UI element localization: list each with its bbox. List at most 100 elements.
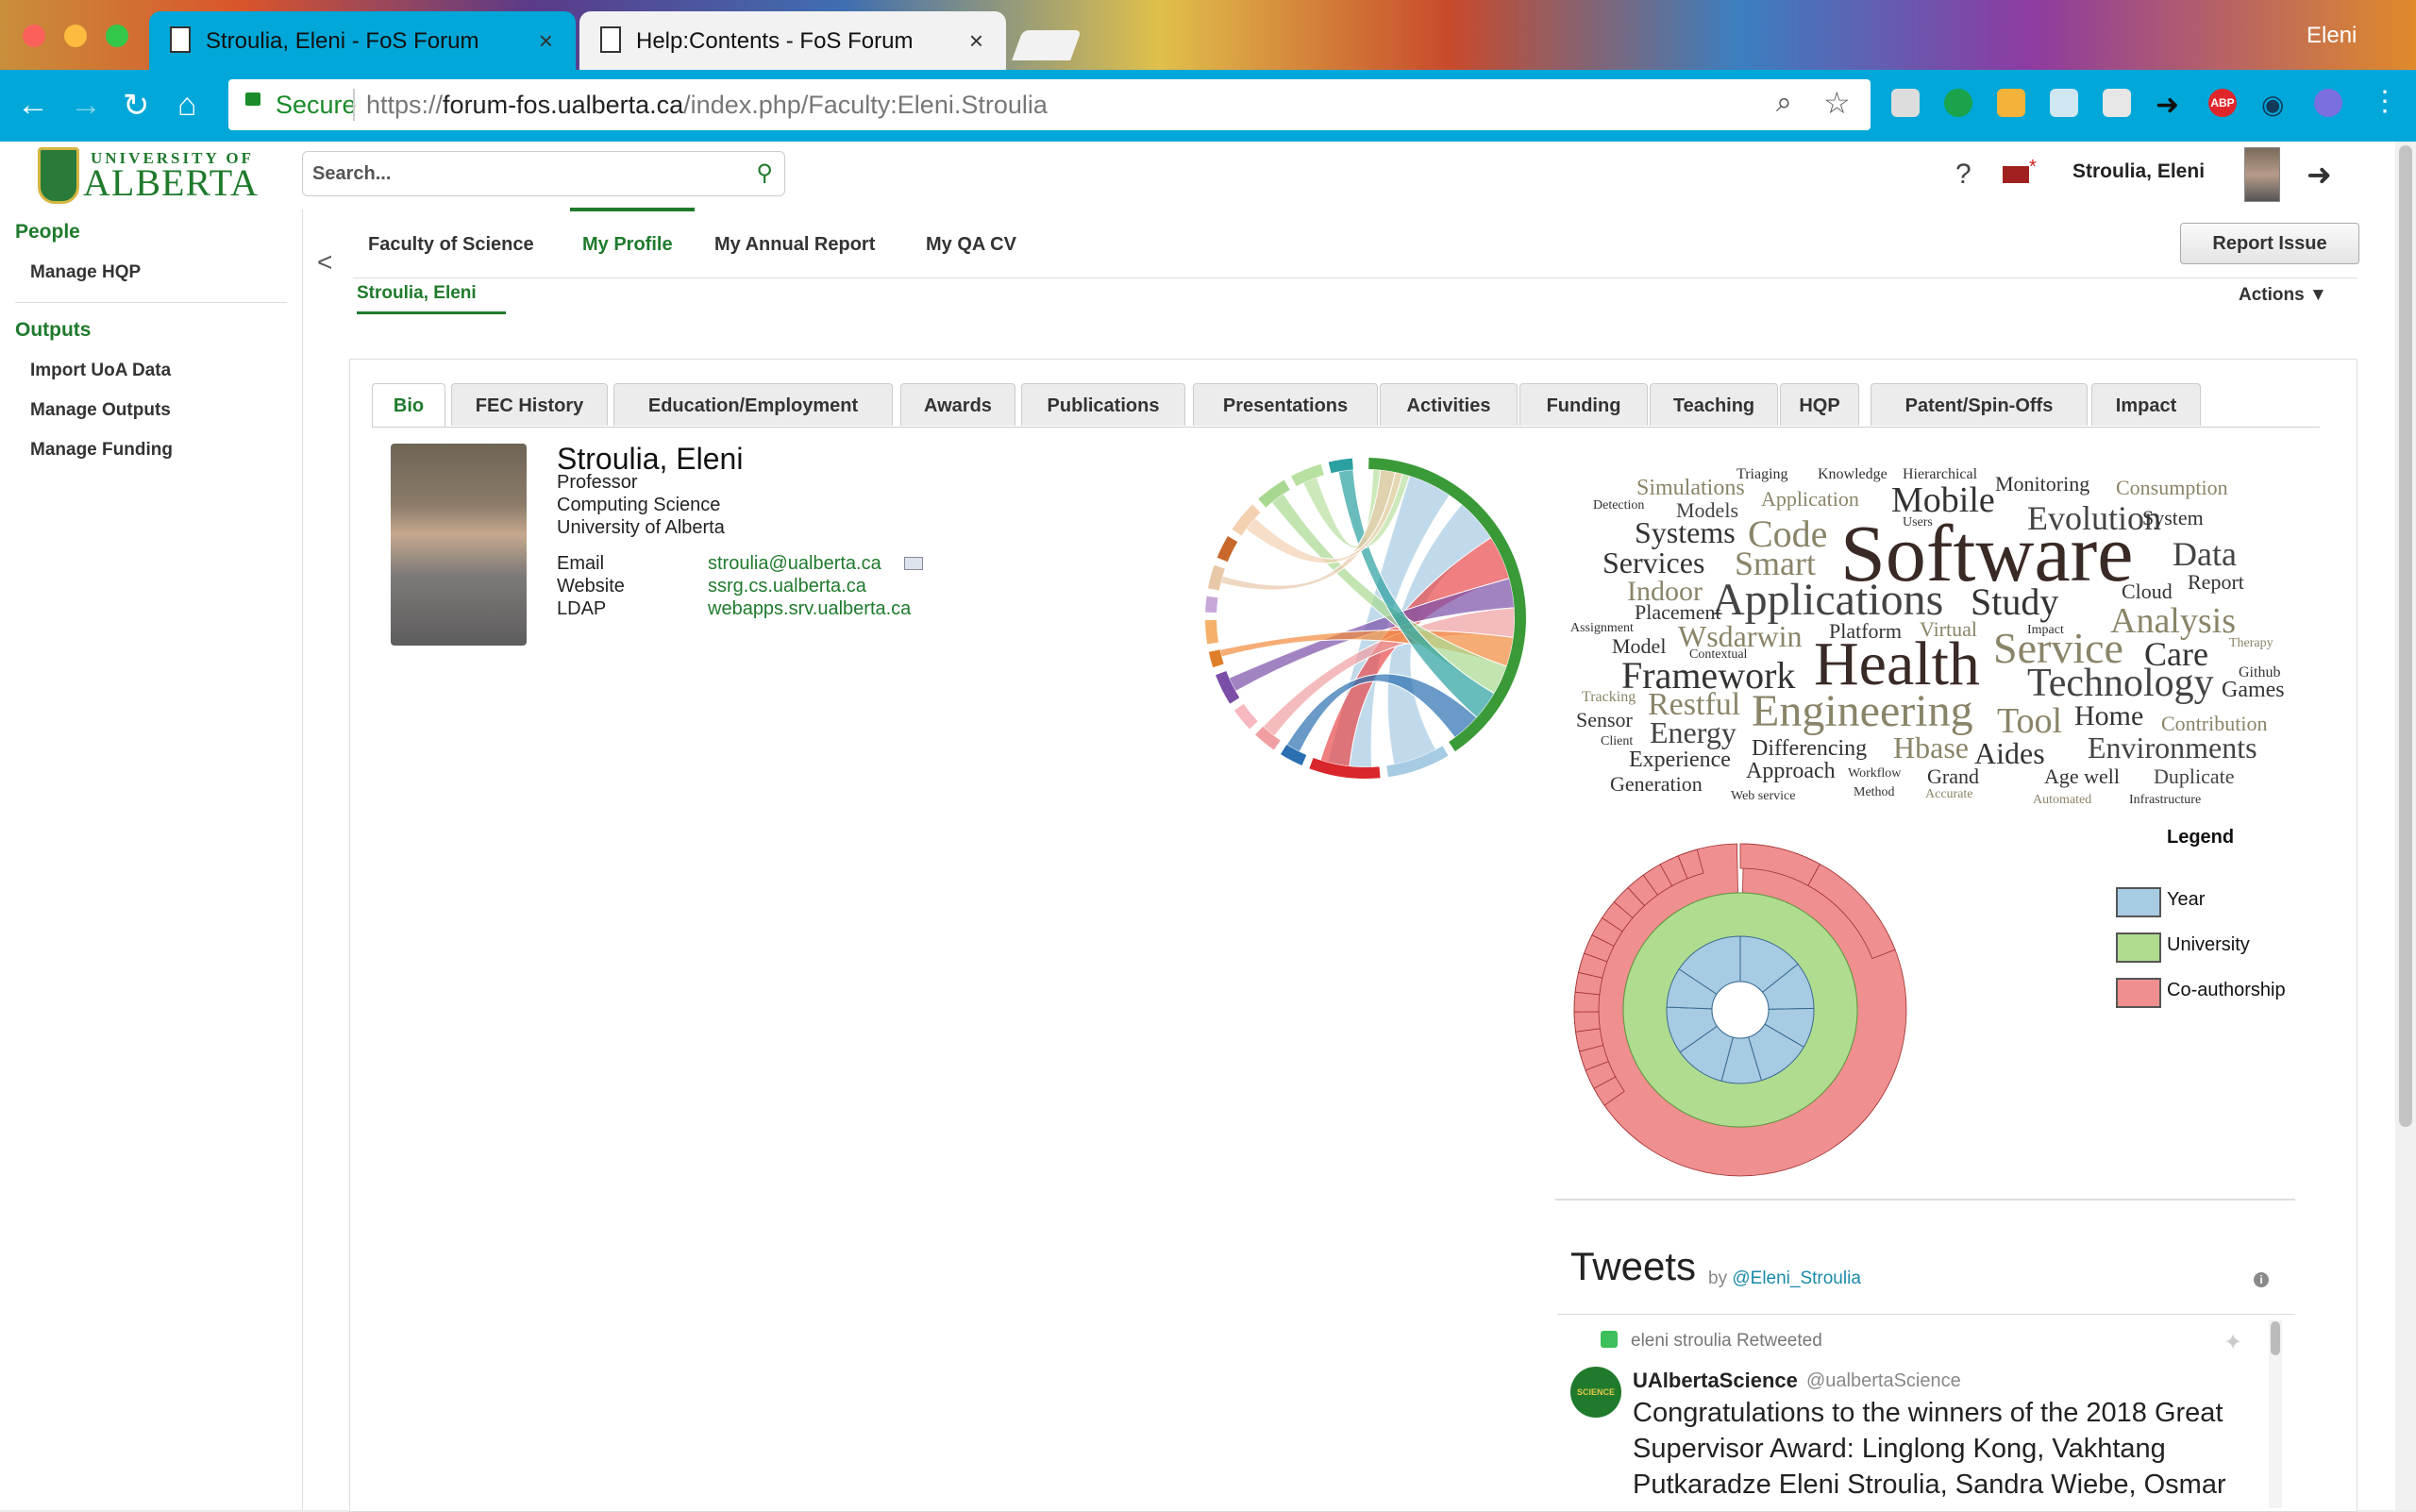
tab-bio[interactable]: Bio — [372, 383, 445, 428]
tab-teaching[interactable]: Teaching — [1650, 383, 1778, 426]
tab-awards[interactable]: Awards — [900, 383, 1015, 426]
tab-close-icon[interactable]: × — [969, 26, 983, 56]
actions-dropdown[interactable]: Actions ▼ — [2239, 285, 2327, 306]
scrollbar-thumb[interactable] — [2399, 145, 2412, 1127]
search-input[interactable]: Search... ⚲ — [302, 151, 785, 196]
legend-label-year: Year — [2167, 889, 2206, 910]
ldap-link[interactable]: webapps.srv.ualberta.ca — [708, 598, 911, 620]
sunburst-chart[interactable] — [1570, 840, 1910, 1180]
word-monitoring: Monitoring — [1995, 472, 2090, 496]
url-text[interactable]: https://forum-fos.ualberta.ca/index.php/… — [366, 91, 1048, 120]
logout-icon[interactable]: ➜ — [2307, 157, 2332, 193]
maximize-window-button[interactable] — [106, 25, 128, 47]
search-icon[interactable]: ⚲ — [756, 160, 773, 187]
tab-publications[interactable]: Publications — [1021, 383, 1185, 426]
vcard-icon[interactable] — [904, 557, 923, 570]
help-icon[interactable]: ? — [1955, 159, 1971, 191]
sidebar-item-import-uoa-data[interactable]: Import UoA Data — [30, 361, 171, 381]
url-path: /index.php/Faculty:Eleni.Stroulia — [683, 91, 1048, 119]
logo-main-text[interactable]: ALBERTA — [83, 160, 259, 205]
nav-faculty-of-science[interactable]: Faculty of Science — [368, 234, 534, 256]
secure-label: Secure — [276, 91, 357, 119]
scrollbar-thumb[interactable] — [2271, 1321, 2280, 1355]
co-authorship-segment[interactable] — [1573, 1011, 1601, 1033]
menu-icon[interactable]: ⋮ — [2371, 85, 2399, 118]
mail-icon[interactable] — [2003, 166, 2029, 183]
tab-funding[interactable]: Funding — [1519, 383, 1648, 426]
chord-group-arc[interactable] — [1205, 596, 1218, 613]
chord-group-arc[interactable] — [1205, 619, 1219, 645]
divider — [1555, 1199, 2295, 1201]
tab-activities[interactable]: Activities — [1380, 383, 1518, 426]
avatar[interactable] — [2244, 147, 2280, 202]
collapse-sidebar-button[interactable]: < — [317, 247, 332, 277]
info-icon[interactable]: i — [2254, 1272, 2269, 1287]
twitter-bird-icon[interactable]: ✦ — [2223, 1329, 2242, 1356]
sidebar-item-manage-funding[interactable]: Manage Funding — [30, 440, 173, 461]
tab-hqp[interactable]: HQP — [1780, 383, 1859, 426]
shield-icon[interactable] — [2314, 89, 2342, 117]
evernote-icon[interactable] — [1891, 89, 1920, 117]
drive-icon[interactable] — [2103, 89, 2131, 117]
tab-education-employment[interactable]: Education/Employment — [613, 383, 893, 426]
word-approach: Approach — [1746, 759, 1836, 783]
cast-icon[interactable] — [2050, 89, 2078, 117]
divider — [15, 302, 287, 303]
zoom-icon[interactable]: ⌕ — [1776, 87, 1792, 119]
bookmark-star-icon[interactable]: ☆ — [1823, 85, 1851, 121]
url-scheme: https:// — [366, 91, 444, 119]
adblock-icon[interactable]: ABP — [2208, 89, 2237, 117]
sunburst-center[interactable] — [1711, 981, 1770, 1039]
chord-group-arc[interactable] — [1216, 535, 1238, 563]
forward-icon[interactable]: → — [70, 87, 102, 124]
email-link[interactable]: stroulia@ualberta.ca — [708, 553, 881, 575]
word-environments: Environments — [2088, 731, 2257, 764]
address-bar[interactable]: Secure https://forum-fos.ualberta.ca/ind… — [228, 79, 1871, 130]
browser-tab[interactable]: Help:Contents - FoS Forum × — [579, 11, 1006, 70]
hangouts-icon[interactable] — [1944, 89, 1972, 117]
website-link[interactable]: ssrg.cs.ualberta.ca — [708, 576, 866, 597]
tweets-handle-link[interactable]: @Eleni_Stroulia — [1732, 1268, 1861, 1288]
chord-diagram[interactable] — [1191, 444, 1540, 793]
page-scrollbar[interactable] — [2395, 142, 2416, 1510]
chord-group-arc[interactable] — [1233, 703, 1258, 730]
tab-close-icon[interactable]: × — [539, 26, 553, 56]
co-authorship-segment[interactable] — [1573, 991, 1601, 1013]
reload-icon[interactable]: ↻ — [123, 87, 150, 125]
tweet-author-avatar[interactable]: SCIENCE — [1570, 1367, 1621, 1418]
tweet-author-handle[interactable]: @ualbertaScience — [1806, 1370, 1961, 1392]
new-tab-button[interactable] — [1012, 30, 1082, 60]
user-name[interactable]: Stroulia, Eleni — [2072, 160, 2205, 183]
tab-impact[interactable]: Impact — [2091, 383, 2201, 426]
report-issue-button[interactable]: Report Issue — [2180, 223, 2359, 264]
word-workflow: Workflow — [1848, 766, 1902, 781]
legend-title: Legend — [2167, 827, 2235, 848]
tab-presentations[interactable]: Presentations — [1193, 383, 1378, 426]
browser-tab-active[interactable]: Stroulia, Eleni - FoS Forum × — [149, 11, 576, 70]
word-consumption: Consumption — [2116, 476, 2228, 499]
feed-icon[interactable] — [1997, 89, 2025, 117]
active-nav-indicator — [570, 208, 695, 211]
share-icon[interactable]: ➜ — [2156, 89, 2184, 121]
page-icon — [170, 26, 191, 53]
tab-fec-history[interactable]: FEC History — [451, 383, 608, 426]
eye-icon[interactable]: ◉ — [2261, 89, 2290, 119]
tab-patent-spin-offs[interactable]: Patent/Spin-Offs — [1871, 383, 2088, 426]
nav-my-profile[interactable]: My Profile — [582, 234, 673, 256]
divider — [302, 210, 303, 1510]
divider — [353, 89, 355, 121]
close-window-button[interactable] — [23, 25, 45, 47]
home-icon[interactable]: ⌂ — [177, 87, 197, 124]
profile-name[interactable]: Eleni — [2307, 23, 2357, 49]
sidebar-item-manage-hqp[interactable]: Manage HQP — [30, 262, 141, 283]
legend-swatch-co-authorship — [2116, 978, 2161, 1008]
sidebar-item-manage-outputs[interactable]: Manage Outputs — [30, 400, 171, 421]
back-icon[interactable]: ← — [17, 87, 49, 124]
divider — [353, 277, 2357, 278]
subnav-stroulia-eleni[interactable]: Stroulia, Eleni — [357, 283, 477, 315]
minimize-window-button[interactable] — [64, 25, 87, 47]
tweet-author-name[interactable]: UAlbertaScience — [1633, 1369, 1798, 1393]
nav-my-annual-report[interactable]: My Annual Report — [714, 234, 875, 256]
tweet-scrollbar[interactable] — [2269, 1319, 2282, 1508]
nav-my-qa-cv[interactable]: My QA CV — [926, 234, 1016, 256]
